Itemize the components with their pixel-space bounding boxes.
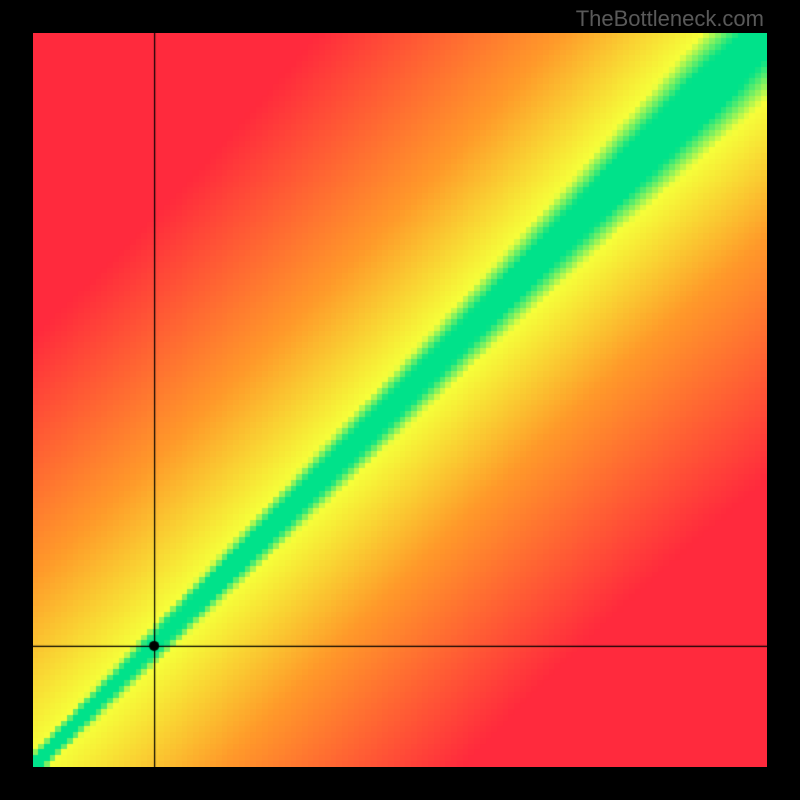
heatmap-plot (33, 33, 767, 767)
heatmap-canvas (33, 33, 767, 767)
watermark-text: TheBottleneck.com (576, 6, 764, 32)
chart-container: TheBottleneck.com (0, 0, 800, 800)
